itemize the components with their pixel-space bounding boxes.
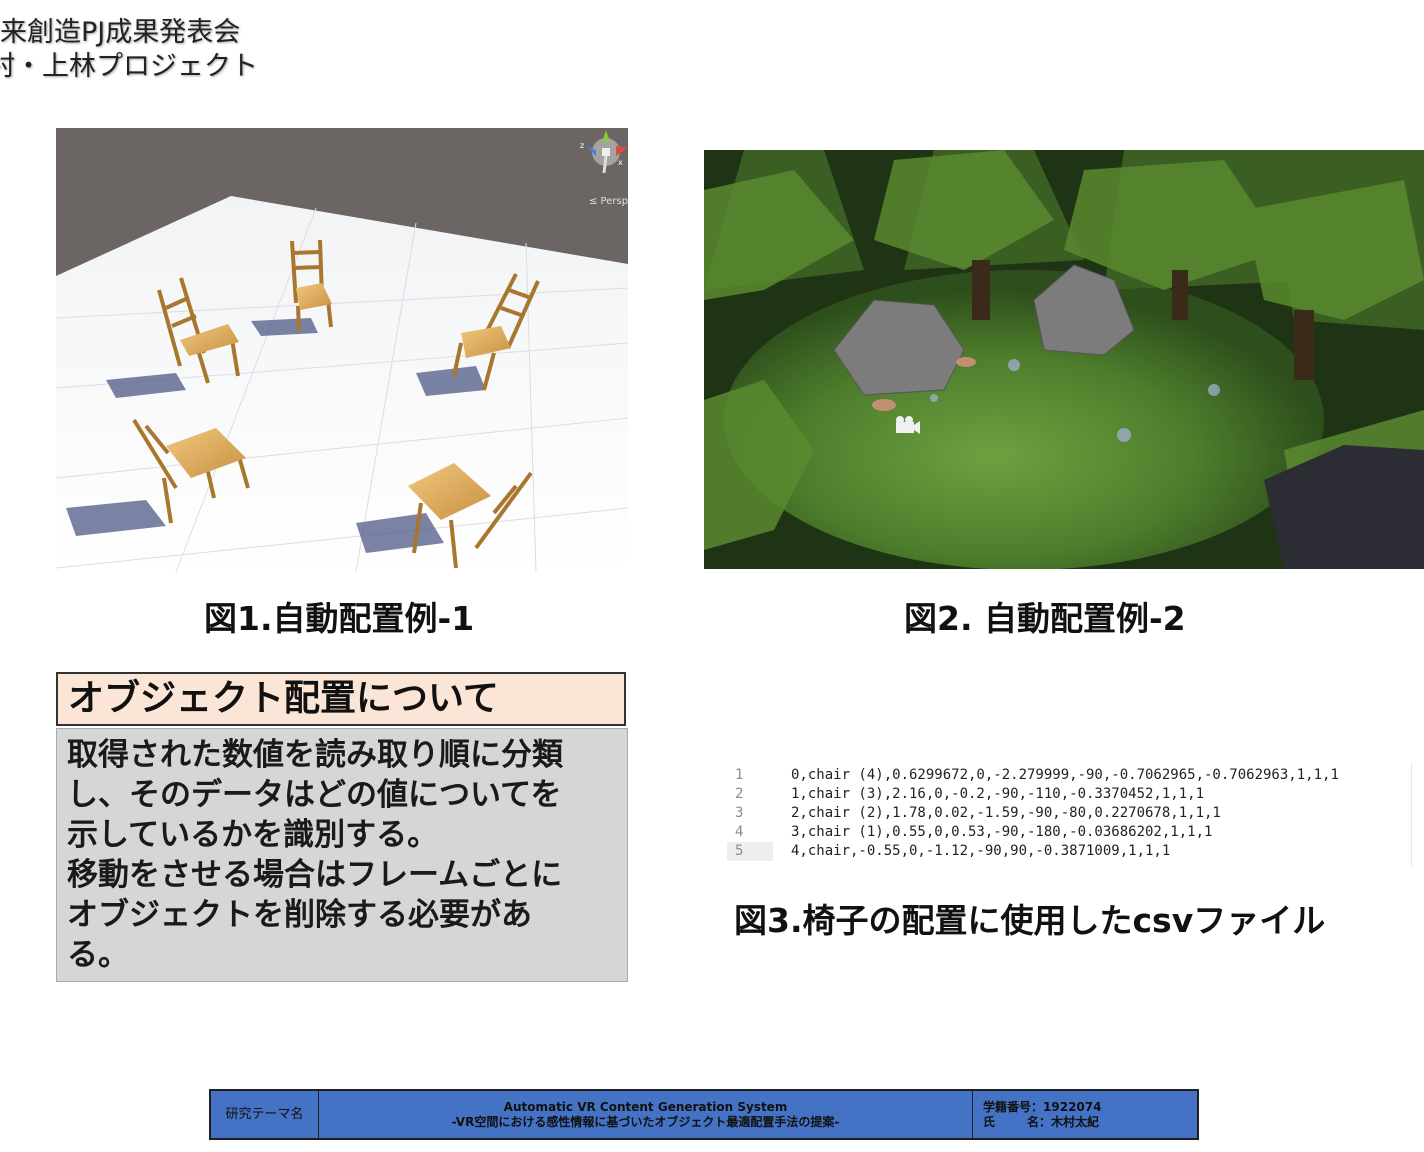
csv-line-text: 2,chair (2),1.78,0.02,-1.59,-90,-80,0.22… (791, 805, 1221, 821)
footer-student-id-row: 学籍番号：1922074 (983, 1100, 1197, 1115)
footer-bar: 研究テーマ名 Automatic VR Content Generation S… (209, 1089, 1199, 1140)
info-box-title: オブジェクト配置について (56, 672, 626, 726)
info-line: し、そのデータはどの値についてを (67, 777, 562, 813)
info-line: 取得された数値を読み取り順に分類 (67, 737, 563, 773)
csv-line-number: 1 (735, 767, 744, 783)
csv-line-number: 2 (735, 786, 744, 802)
csv-line-text: 4,chair,-0.55,0,-1.12,-90,90,-0.3871009,… (791, 843, 1171, 859)
figure3-caption: 図3.椅子の配置に使用したcsvファイル (734, 901, 1326, 940)
student-id: 1922074 (1043, 1100, 1102, 1114)
figure2-caption: 図2. 自動配置例-2 (904, 599, 1186, 638)
student-id-label: 学籍番号： (983, 1100, 1044, 1114)
footer-title: Automatic VR Content Generation System -… (319, 1091, 973, 1138)
csv-line-number: 3 (735, 805, 744, 821)
csv-viewer: 1 0,chair (4),0.6299672,0,-2.279999,-90,… (727, 762, 1412, 866)
footer-title-en: Automatic VR Content Generation System (503, 1100, 788, 1114)
name-label-1: 氏 (983, 1115, 996, 1129)
footer-title-jp: -VR空間における感性情報に基づいたオブジェクト最適配置手法の提案- (451, 1115, 840, 1129)
name-label-2: 名： (1027, 1115, 1052, 1129)
figure1-chair-scene: z x ≤ Persp (56, 128, 628, 572)
figure1-caption: 図1.自動配置例-1 (204, 599, 475, 638)
info-line: 示しているかを識別する。 (67, 817, 439, 853)
csv-line-text: 1,chair (3),2.16,0,-0.2,-90,-110,-0.3370… (791, 786, 1205, 802)
info-line: 移動をさせる場合はフレームごとに (67, 857, 563, 893)
info-line: オブジェクトを削除する必要があ (67, 897, 532, 933)
gizmo-axis-z: z (580, 141, 584, 150)
csv-line-text: 0,chair (4),0.6299672,0,-2.279999,-90,-0… (791, 767, 1339, 783)
info-line: る。 (67, 937, 129, 973)
header-line-2: 村・上林プロジェクト (0, 51, 258, 82)
gizmo-persp-label: ≤ Persp (589, 196, 628, 207)
footer-theme-label: 研究テーマ名 (211, 1091, 319, 1138)
gizmo-axis-x: x (618, 158, 623, 167)
csv-line-number: 4 (735, 824, 744, 840)
csv-line-number: 5 (727, 842, 773, 861)
figure2-forest-scene (704, 150, 1424, 569)
footer-name-row: 氏 名：木村太紀 (983, 1115, 1197, 1130)
footer-student-info: 学籍番号：1922074 氏 名：木村太紀 (973, 1091, 1197, 1138)
csv-line-text: 3,chair (1),0.55,0,0.53,-90,-180,-0.0368… (791, 824, 1213, 840)
info-box-body: 取得された数値を読み取り順に分類 し、そのデータはどの値についてを 示しているか… (56, 728, 628, 982)
student-name: 木村太紀 (1051, 1115, 1100, 1129)
